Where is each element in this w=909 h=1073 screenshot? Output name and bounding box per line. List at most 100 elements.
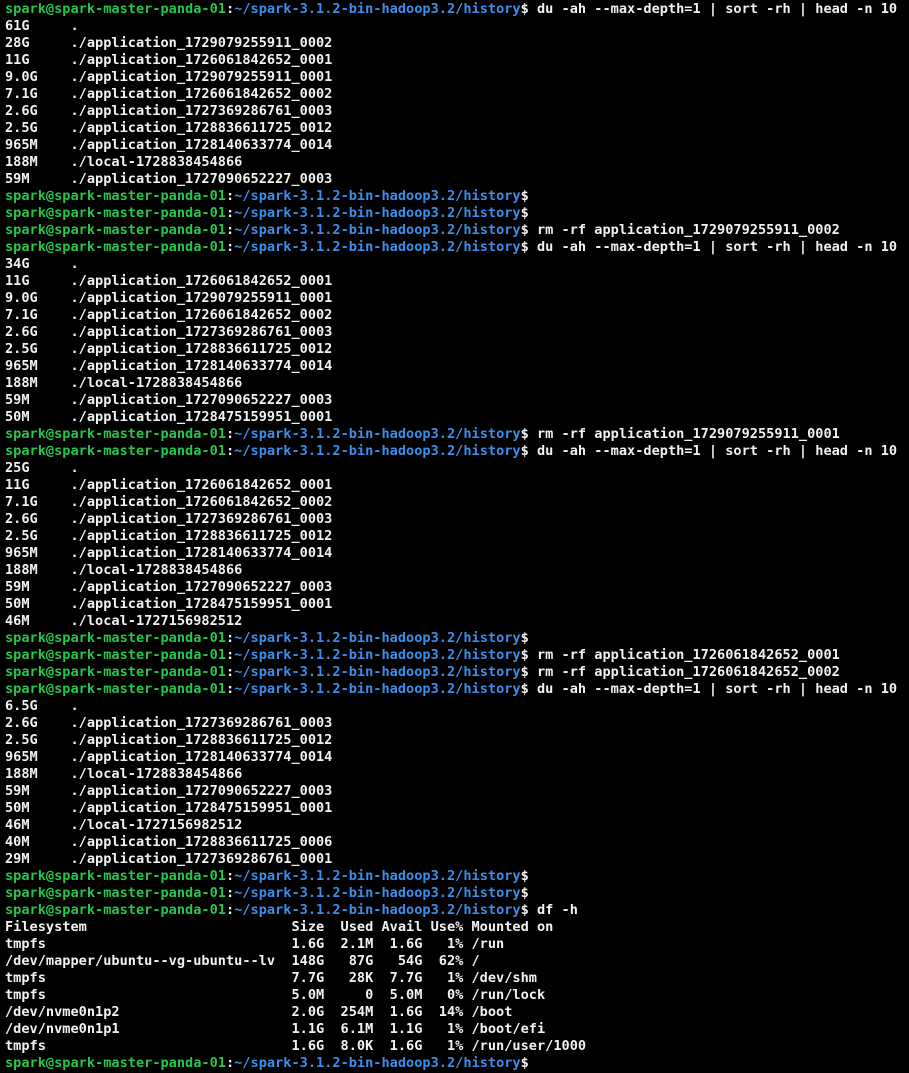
command-text: rm -rf application_1726061842652_0002 (528, 664, 840, 680)
prompt-user-host: spark@spark-master-panda-01 (5, 222, 226, 238)
prompt-path: ~/spark-3.1.2-bin-hadoop3.2/history (234, 239, 521, 255)
output-line: 7.1G ./application_1726061842652_0002 (5, 86, 333, 102)
output-line: /dev/mapper/ubuntu--vg-ubuntu--lv 148G 8… (5, 953, 480, 969)
command-text: rm -rf application_1726061842652_0001 (528, 647, 840, 663)
prompt-separator: : (225, 630, 235, 646)
prompt-path: ~/spark-3.1.2-bin-hadoop3.2/history (234, 188, 521, 204)
prompt-dollar: $ (520, 1055, 529, 1071)
prompt-line: spark@spark-master-panda-01:~/spark-3.1.… (5, 443, 909, 460)
prompt-separator: : (225, 664, 235, 680)
command-text: rm -rf application_1729079255911_0001 (528, 426, 840, 442)
prompt-separator: : (225, 443, 235, 459)
prompt-separator: : (225, 205, 235, 221)
output-line: 188M ./local-1728838454866 (5, 154, 243, 170)
command-text: rm -rf application_1729079255911_0002 (528, 222, 840, 238)
prompt-user-host: spark@spark-master-panda-01 (5, 885, 226, 901)
output-line: 2.6G ./application_1727369286761_0003 (5, 324, 333, 340)
output-line: 29M ./application_1727369286761_0001 (5, 851, 333, 867)
command-text: du -ah --max-depth=1 | sort -rh | head -… (528, 239, 898, 255)
prompt-path: ~/spark-3.1.2-bin-hadoop3.2/history (234, 443, 521, 459)
output-line: 25G . (5, 460, 79, 476)
output-line: 11G ./application_1726061842652_0001 (5, 477, 333, 493)
output-line: 59M ./application_1727090652227_0003 (5, 392, 333, 408)
prompt-separator: : (225, 222, 235, 238)
output-line: 46M ./local-1727156982512 (5, 817, 243, 833)
prompt-user-host: spark@spark-master-panda-01 (5, 664, 226, 680)
output-line: Filesystem Size Used Avail Use% Mounted … (5, 919, 554, 935)
output-line: 2.5G ./application_1728836611725_0012 (5, 528, 333, 544)
output-line: 965M ./application_1728140633774_0014 (5, 137, 333, 153)
prompt-line: spark@spark-master-panda-01:~/spark-3.1.… (5, 630, 909, 647)
prompt-path: ~/spark-3.1.2-bin-hadoop3.2/history (234, 1, 521, 17)
prompt-user-host: spark@spark-master-panda-01 (5, 868, 226, 884)
prompt-line: spark@spark-master-panda-01:~/spark-3.1.… (5, 664, 909, 681)
prompt-separator: : (225, 681, 235, 697)
output-line: 34G . (5, 256, 79, 272)
output-line: 11G ./application_1726061842652_0001 (5, 52, 333, 68)
output-line: 61G . (5, 18, 79, 34)
prompt-separator: : (225, 188, 235, 204)
output-line: 188M ./local-1728838454866 (5, 375, 243, 391)
prompt-dollar: $ (520, 902, 529, 918)
output-line: 2.6G ./application_1727369286761_0003 (5, 715, 333, 731)
output-line: 11G ./application_1726061842652_0001 (5, 273, 333, 289)
output-line: 50M ./application_1728475159951_0001 (5, 409, 333, 425)
prompt-line: spark@spark-master-panda-01:~/spark-3.1.… (5, 188, 909, 205)
output-line: /dev/nvme0n1p2 2.0G 254M 1.6G 14% /boot (5, 1004, 513, 1020)
prompt-line: spark@spark-master-panda-01:~/spark-3.1.… (5, 902, 909, 919)
output-line: 6.5G . (5, 698, 79, 714)
prompt-user-host: spark@spark-master-panda-01 (5, 205, 226, 221)
prompt-user-host: spark@spark-master-panda-01 (5, 902, 226, 918)
prompt-dollar: $ (520, 239, 529, 255)
output-line: 2.6G ./application_1727369286761_0003 (5, 103, 333, 119)
prompt-path: ~/spark-3.1.2-bin-hadoop3.2/history (234, 630, 521, 646)
prompt-line: spark@spark-master-panda-01:~/spark-3.1.… (5, 1, 909, 18)
prompt-line: spark@spark-master-panda-01:~/spark-3.1.… (5, 205, 909, 222)
output-line: 9.0G ./application_1729079255911_0001 (5, 290, 333, 306)
output-line: 2.5G ./application_1728836611725_0012 (5, 732, 333, 748)
output-line: 7.1G ./application_1726061842652_0002 (5, 307, 333, 323)
prompt-path: ~/spark-3.1.2-bin-hadoop3.2/history (234, 885, 521, 901)
output-line: 50M ./application_1728475159951_0001 (5, 596, 333, 612)
prompt-separator: : (225, 239, 235, 255)
output-line: 965M ./application_1728140633774_0014 (5, 358, 333, 374)
prompt-path: ~/spark-3.1.2-bin-hadoop3.2/history (234, 205, 521, 221)
prompt-user-host: spark@spark-master-panda-01 (5, 239, 226, 255)
output-line: 40M ./application_1728836611725_0006 (5, 834, 333, 850)
command-text: df -h (528, 902, 578, 918)
prompt-dollar: $ (520, 222, 529, 238)
prompt-path: ~/spark-3.1.2-bin-hadoop3.2/history (234, 664, 521, 680)
output-line: 188M ./local-1728838454866 (5, 562, 243, 578)
output-line: 965M ./application_1728140633774_0014 (5, 545, 333, 561)
prompt-dollar: $ (520, 205, 529, 221)
prompt-user-host: spark@spark-master-panda-01 (5, 443, 226, 459)
prompt-dollar: $ (520, 188, 529, 204)
command-text: du -ah --max-depth=1 | sort -rh | head -… (528, 443, 898, 459)
output-line: 965M ./application_1728140633774_0014 (5, 749, 333, 765)
prompt-dollar: $ (520, 443, 529, 459)
prompt-separator: : (225, 902, 235, 918)
output-line: 2.5G ./application_1728836611725_0012 (5, 120, 333, 136)
prompt-dollar: $ (520, 885, 529, 901)
prompt-line: spark@spark-master-panda-01:~/spark-3.1.… (5, 222, 909, 239)
output-line: 2.5G ./application_1728836611725_0012 (5, 341, 333, 357)
prompt-user-host: spark@spark-master-panda-01 (5, 1055, 226, 1071)
terminal-window[interactable]: spark@spark-master-panda-01:~/spark-3.1.… (0, 0, 909, 1073)
prompt-path: ~/spark-3.1.2-bin-hadoop3.2/history (234, 902, 521, 918)
prompt-separator: : (225, 426, 235, 442)
output-line: 50M ./application_1728475159951_0001 (5, 800, 333, 816)
prompt-dollar: $ (520, 647, 529, 663)
prompt-user-host: spark@spark-master-panda-01 (5, 1, 226, 17)
prompt-user-host: spark@spark-master-panda-01 (5, 647, 226, 663)
prompt-path: ~/spark-3.1.2-bin-hadoop3.2/history (234, 1055, 521, 1071)
output-line: tmpfs 1.6G 8.0K 1.6G 1% /run/user/1000 (5, 1038, 587, 1054)
prompt-line: spark@spark-master-panda-01:~/spark-3.1.… (5, 426, 909, 443)
output-line: tmpfs 7.7G 28K 7.7G 1% /dev/shm (5, 970, 537, 986)
prompt-user-host: spark@spark-master-panda-01 (5, 188, 226, 204)
prompt-separator: : (225, 1055, 235, 1071)
prompt-path: ~/spark-3.1.2-bin-hadoop3.2/history (234, 426, 521, 442)
prompt-separator: : (225, 1, 235, 17)
output-line: 59M ./application_1727090652227_0003 (5, 171, 333, 187)
command-text: du -ah --max-depth=1 | sort -rh | head -… (528, 681, 898, 697)
prompt-separator: : (225, 647, 235, 663)
